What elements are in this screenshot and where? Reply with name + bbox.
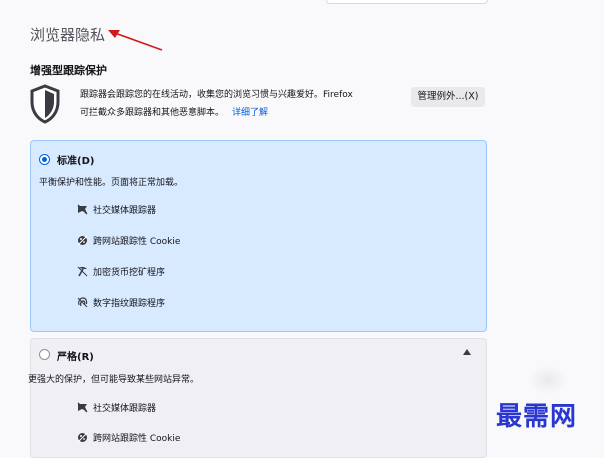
- chevron-up-icon[interactable]: [462, 348, 472, 356]
- cryptominer-icon: [77, 266, 88, 277]
- social-tracker-icon: [77, 204, 88, 215]
- feature-item: 跨网站跟踪性 Cookie: [77, 431, 180, 444]
- manage-exceptions-button[interactable]: 管理例外...(X): [411, 87, 485, 107]
- standard-radio[interactable]: [39, 154, 50, 165]
- section-title: 浏览器隐私: [30, 26, 106, 44]
- social-tracker-icon: [77, 402, 88, 413]
- feature-label: 社交媒体跟踪器: [93, 206, 157, 216]
- blurred-decoration: [528, 365, 568, 395]
- feature-label: 社交媒体跟踪器: [93, 404, 157, 414]
- strict-description: 更强大的保护，但可能导致某些网站异常。: [28, 375, 200, 385]
- feature-item: 社交媒体跟踪器: [77, 203, 156, 216]
- feature-label: 跨网站跟踪性 Cookie: [93, 434, 181, 444]
- standard-description: 平衡保护和性能。页面将正常加载。: [39, 178, 184, 188]
- feature-item: 跨网站跟踪性 Cookie: [77, 234, 180, 247]
- strict-radio[interactable]: [39, 349, 50, 360]
- shield-icon: [30, 84, 60, 124]
- description-line-1: 跟踪器会跟踪您的在线活动，收集您的浏览习惯与兴趣爱好。Firefox: [80, 90, 353, 100]
- feature-item: 社交媒体跟踪器: [77, 401, 156, 414]
- feature-label: 加密货币挖矿程序: [93, 268, 166, 278]
- feature-label: 跨网站跟踪性 Cookie: [93, 237, 181, 247]
- cookie-icon: [77, 432, 88, 443]
- description-line-2: 可拦截众多跟踪器和其他恶意脚本。: [80, 108, 225, 118]
- standard-option-card[interactable]: 标准(D) 平衡保护和性能。页面将正常加载。 社交媒体跟踪器 跨网站跟踪性 Co…: [30, 140, 487, 332]
- fingerprinter-icon: [77, 297, 88, 308]
- watermark-logo: 最需网: [496, 402, 578, 432]
- feature-label: 数字指纹跟踪程序: [93, 299, 166, 309]
- strict-label: 严格(R): [57, 352, 94, 363]
- search-box-edge[interactable]: [326, 0, 488, 4]
- standard-label: 标准(D): [57, 156, 95, 167]
- subsection-title: 增强型跟踪保护: [30, 64, 107, 77]
- annotation-arrow: [108, 30, 163, 51]
- learn-more-link[interactable]: 详细了解: [232, 108, 268, 118]
- feature-item: 加密货币挖矿程序: [77, 265, 165, 278]
- tracking-description: 跟踪器会跟踪您的在线活动，收集您的浏览习惯与兴趣爱好。Firefox 可拦截众多…: [80, 86, 400, 122]
- feature-item: 数字指纹跟踪程序: [77, 296, 165, 309]
- cookie-icon: [77, 235, 88, 246]
- strict-option-card[interactable]: 严格(R) 更强大的保护，但可能导致某些网站异常。 社交媒体跟踪器 跨网站跟踪性…: [28, 338, 487, 458]
